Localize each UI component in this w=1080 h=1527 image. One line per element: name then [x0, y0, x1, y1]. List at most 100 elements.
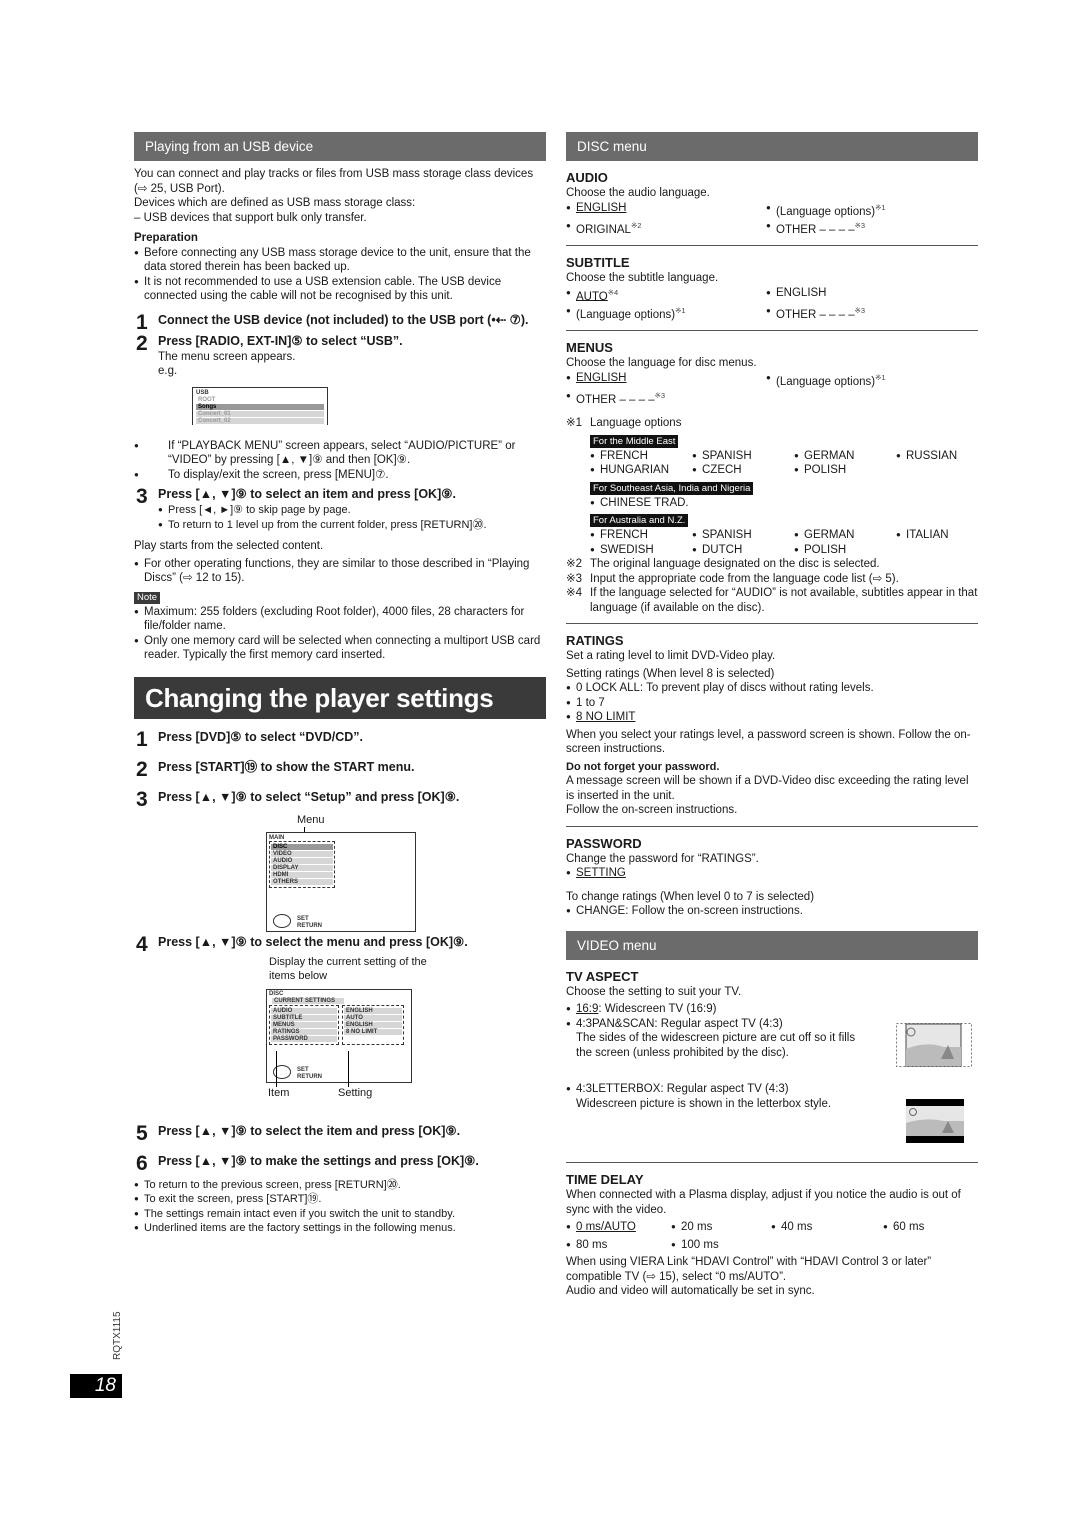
delay-option[interactable]: 20 ms [671, 1220, 771, 1235]
option-label: ENGLISH [576, 371, 627, 384]
option-item[interactable]: AUTO※4 [566, 286, 766, 304]
settings-step-5: 5 Press [▲, ▼]⑨ to select the item and pr… [134, 1122, 546, 1144]
settings-step-2: 2 Press [START]⑲ to show the START menu. [134, 758, 546, 780]
option-label: 0 ms/AUTO [576, 1221, 636, 1234]
option-item[interactable]: (Language options)※1 [566, 304, 766, 322]
menu-label: Menu [297, 813, 325, 826]
footnote-text: Language options [590, 417, 682, 430]
option-item[interactable]: (Language options)※1 [766, 371, 978, 389]
option-item[interactable]: ENGLISH [566, 201, 766, 219]
option-item[interactable]: OTHER – – – –※3 [766, 219, 978, 237]
ratings-warning-title: Do not forget your password. [566, 760, 720, 773]
preparation-label: Preparation [134, 232, 198, 244]
disc-menu-figure: Display the current setting of the items… [134, 951, 546, 1113]
divider [566, 1162, 978, 1164]
note-item: Maximum: 255 folders (excluding Root fol… [134, 605, 546, 634]
step-number: 6 [136, 1151, 148, 1175]
setting-callout-line [348, 1050, 349, 1087]
note-label: Note [134, 591, 161, 604]
item-row: PASSWORD [271, 1035, 337, 1042]
footnote-text: Input the appropriate code from the lang… [590, 572, 899, 585]
step-number: 3 [136, 787, 148, 811]
option-item[interactable]: OTHER – – – –※3 [566, 389, 766, 407]
language-item: SPANISH [692, 449, 794, 464]
current-settings-row: CURRENT SETTINGS [272, 997, 344, 1004]
delay-option[interactable]: 100 ms [671, 1238, 771, 1253]
footnote-mark: ※1 [566, 417, 583, 430]
language-item: POLISH [794, 543, 896, 558]
usb-section-title: Playing from an USB device [134, 132, 546, 161]
footnote-mark: ※4 [607, 287, 619, 297]
footnote-mark: ※3 [854, 305, 866, 315]
set-label: SET [297, 1066, 309, 1073]
delay-option[interactable]: 80 ms [566, 1238, 671, 1253]
usb-intro-2: Devices which are defined as USB mass st… [134, 197, 416, 209]
menus-desc: Choose the language for disc menus. [566, 357, 757, 370]
right-column: DISC menu AUDIO Choose the audio languag… [566, 132, 978, 1299]
step-text: Press [▲, ▼]⑨ to make the settings and p… [158, 1153, 479, 1168]
step-number: 1 [136, 310, 148, 334]
delay-option[interactable]: 60 ms [883, 1220, 973, 1235]
time-delay-options: 0 ms/AUTO 20 ms 40 ms 60 ms 80 ms 100 ms [566, 1220, 978, 1252]
region-label: For Southeast Asia, India and Nigeria [590, 481, 754, 495]
footnote-mark: ※2 [630, 220, 642, 230]
option-label: OTHER – – – – [776, 223, 855, 236]
option-label: (Language options) [576, 308, 676, 321]
password-change-label: To change ratings (When level 0 to 7 is … [566, 890, 815, 903]
region-label: For the Middle East [590, 434, 679, 448]
footnote-1: ※1 Language options [566, 416, 978, 431]
item-row: SUBTITLE [271, 1014, 337, 1021]
menu-item: AUDIO [271, 857, 333, 864]
ratings-heading: RATINGS [566, 633, 624, 649]
divider [566, 330, 978, 332]
language-grid: FRENCH SPANISH GERMAN ITALIAN SWEDISH DU… [566, 528, 978, 557]
setting-label: Setting [338, 1086, 373, 1099]
option-item[interactable]: (Language options)※1 [766, 201, 978, 219]
step-sub: The menu screen appears. [158, 350, 296, 363]
subtitle-desc: Choose the subtitle language. [566, 272, 719, 285]
footnote-mark: ※3 [654, 391, 666, 401]
usb-intro-1: You can connect and play tracks or files… [134, 168, 534, 195]
option-item[interactable]: OTHER – – – –※3 [766, 304, 978, 322]
delay-option[interactable]: 40 ms [771, 1220, 883, 1235]
usb-step-1: 1 Connect the USB device (not included) t… [134, 311, 546, 333]
step-text: Press [▲, ▼]⑨ to select an item and pres… [158, 487, 456, 501]
footnote-text: The original language designated on the … [590, 558, 880, 571]
value-row: ENGLISH [344, 1021, 402, 1028]
option-item[interactable]: ENGLISH [566, 371, 766, 389]
footnote-mark: ※1 [875, 372, 886, 382]
pan-scan-illustration-icon [896, 1023, 972, 1068]
value-row: AUTO [344, 1014, 402, 1021]
rating-option[interactable]: 0 LOCK ALL: To prevent play of discs wit… [566, 681, 978, 696]
language-item: SWEDISH [590, 543, 692, 558]
time-delay-desc: When connected with a Plasma display, ad… [566, 1189, 961, 1216]
footnote-text: If the language selected for “AUDIO” is … [590, 587, 978, 614]
password-heading: PASSWORD [566, 835, 642, 851]
settings-step-6: 6 Press [▲, ▼]⑨ to make the settings and … [134, 1152, 546, 1174]
letterbox-illustration-icon [906, 1099, 964, 1144]
language-item: GERMAN [794, 528, 896, 543]
option-label: SETTING [576, 867, 626, 880]
delay-option[interactable]: 0 ms/AUTO [566, 1220, 671, 1235]
option-item[interactable]: ORIGINAL※2 [566, 219, 766, 237]
preparation-item: It is not recommended to use a USB exten… [134, 275, 546, 304]
language-item: SPANISH [692, 528, 794, 543]
region-label: For Australia and N.Z. [590, 514, 689, 528]
password-change[interactable]: CHANGE: Follow the on-screen instruction… [566, 904, 978, 919]
rating-option[interactable]: 8 NO LIMIT [566, 710, 978, 725]
usb-intro-3: – USB devices that support bulk only tra… [134, 211, 367, 224]
folder-item: Songs [196, 403, 324, 410]
aspect-option[interactable]: 4:3LETTERBOX: Regular aspect TV (4:3) [566, 1082, 978, 1097]
left-column: Playing from an USB device You can conne… [134, 132, 546, 1236]
step-number: 2 [136, 331, 148, 355]
password-option[interactable]: SETTING [566, 866, 978, 881]
option-item[interactable]: ENGLISH [766, 286, 978, 304]
dpad-icon [273, 913, 291, 928]
rating-option[interactable]: 1 to 7 [566, 696, 978, 711]
option-label: (Language options) [776, 205, 876, 218]
aspect-option[interactable]: 16:9: Widescreen TV (16:9) [566, 1002, 978, 1017]
option-label: : Widescreen TV (16:9) [598, 1003, 717, 1016]
tv-aspect-heading: TV ASPECT [566, 968, 639, 984]
main-menu-figure: Menu MAIN DISC VIDEO AUDIO DISPLAY HDMI … [134, 814, 546, 934]
menu-item: DISPLAY [271, 864, 333, 871]
